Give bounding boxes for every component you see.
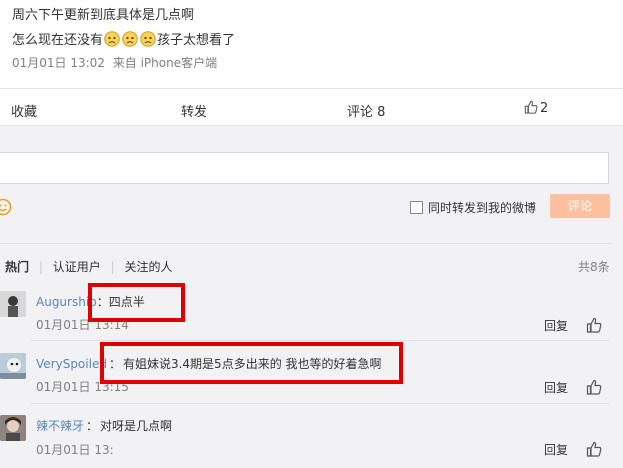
checkbox-icon[interactable] [410,201,423,214]
divider [0,88,623,89]
like-button[interactable]: 2 [524,100,548,116]
divider [30,340,610,341]
comment-username[interactable]: 辣不辣牙 [36,419,84,433]
comment-input[interactable] [0,152,609,184]
divider [0,243,612,244]
tab-following[interactable]: 关注的人 [124,260,172,274]
comment-separator: ： [86,419,99,433]
favorite-button[interactable]: 收藏 [11,101,37,120]
tab-divider: | [38,260,43,274]
comment-text: 对呀是几点啊 [100,419,173,433]
avatar-image [0,353,26,379]
like-count: 2 [540,101,549,116]
divider [30,403,610,404]
comment-total: 共8条 [578,260,610,274]
post-text-line1: 周六下午更新到底具体是几点啊 [12,8,195,23]
tab-divider: | [110,260,115,274]
comment-button[interactable]: 评论 8 [347,101,385,120]
post-text-suffix: 孩子太想看了 [157,33,236,48]
reply-button[interactable]: 回复 [544,317,568,334]
avatar[interactable] [0,291,26,317]
avatar-image [0,415,26,441]
post-text-prefix: 怎么现在还没有 [12,33,104,48]
thumb-up-icon[interactable] [586,317,602,333]
post-source[interactable]: 来自 iPhone客户端 [113,56,217,70]
post-meta: 01月01日 13:02 来自 iPhone客户端 [12,54,217,71]
sad-emoji-icon [122,31,138,47]
post-text-line2: 怎么现在还没有 孩子太想看了 [12,29,235,48]
comment-username[interactable]: VerySpoiled [36,357,107,371]
also-repost-label: 同时转发到我的微博 [428,201,537,215]
submit-comment-button[interactable]: 评论 [550,194,610,218]
thumb-up-icon [524,100,538,114]
avatar[interactable] [0,353,26,379]
comment-time: 01月01日 13: [36,443,114,457]
thumb-up-icon[interactable] [586,379,602,395]
filter-tabs: 热门 | 认证用户 | 关注的人 [5,258,172,275]
avatar-image [0,291,26,317]
sad-emoji-icon [104,31,120,47]
post-time[interactable]: 01月01日 13:02 [12,56,105,70]
highlight-box [88,283,185,322]
tab-verified-users[interactable]: 认证用户 [53,260,101,274]
tab-hot[interactable]: 热门 [5,260,29,274]
highlight-box [100,342,403,384]
repost-button[interactable]: 转发 [181,101,207,120]
thumb-up-icon[interactable] [586,441,602,457]
smiley-icon[interactable] [0,198,12,216]
comment-line: 辣不辣牙：对呀是几点啊 [36,417,172,434]
also-repost-option[interactable]: 同时转发到我的微博 [410,199,536,216]
reply-button[interactable]: 回复 [544,441,568,458]
sad-emoji-icon [140,31,156,47]
reply-button[interactable]: 回复 [544,379,568,396]
avatar[interactable] [0,415,26,441]
